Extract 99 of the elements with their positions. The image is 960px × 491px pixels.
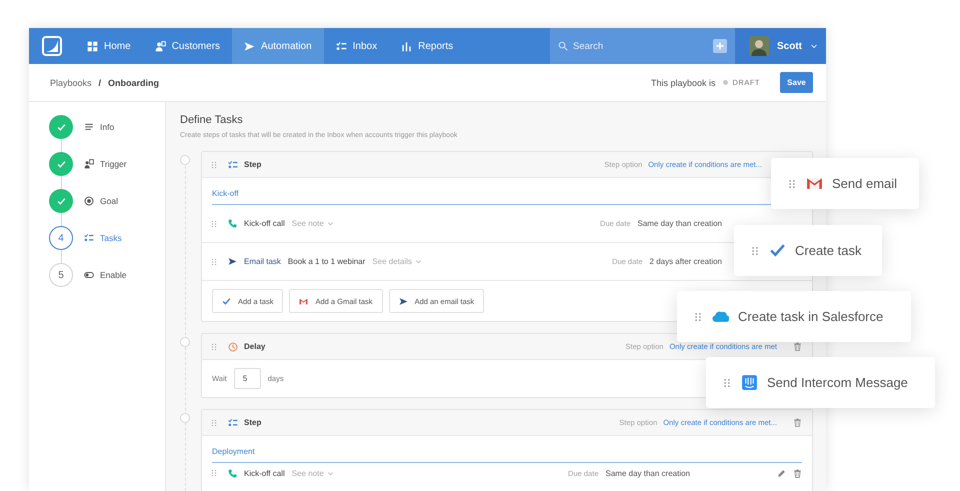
step-circle[interactable] (49, 189, 73, 213)
wizard-step[interactable]: Tasks (84, 233, 122, 243)
section-title: Define Tasks (180, 114, 244, 128)
action-card[interactable]: Create task in Salesforce (677, 291, 911, 342)
nav-tab[interactable]: Home (75, 28, 143, 64)
search-input[interactable]: Search (573, 38, 683, 54)
phone-icon (228, 219, 237, 228)
person-board-icon (84, 159, 94, 169)
chevron-icon (326, 470, 334, 477)
drag-handle-icon (787, 178, 797, 188)
chevron-icon (326, 220, 334, 227)
chevron-icon (810, 42, 818, 50)
plus-icon[interactable] (713, 39, 727, 53)
block-title: Delay (244, 342, 266, 351)
action-card[interactable]: Create task (734, 225, 882, 276)
due-date: Same day than creation (606, 469, 690, 478)
details-toggle[interactable]: See note (292, 219, 334, 228)
phone-icon (228, 469, 237, 478)
drag-handle-icon[interactable] (210, 160, 218, 168)
nav-tab[interactable]: Customers (142, 28, 232, 64)
checklist-icon (228, 418, 238, 428)
avatar-icon (749, 36, 769, 56)
action-label: Create task in Salesforce (738, 309, 884, 324)
breadcrumb-link[interactable]: Playbooks (50, 78, 92, 88)
task-title: Kick-off call (244, 469, 285, 478)
check-icon (56, 122, 66, 132)
timeline-dot (180, 155, 190, 165)
paper-plane-icon (244, 40, 256, 52)
mail-m-icon (299, 296, 308, 306)
drag-handle-icon[interactable] (210, 258, 218, 266)
trash-icon[interactable] (793, 469, 802, 478)
drag-handle-icon[interactable] (210, 418, 218, 426)
wizard-step[interactable]: Trigger (84, 159, 127, 169)
drag-handle-icon (722, 378, 732, 388)
status-dot (722, 80, 728, 85)
step-circle[interactable] (49, 115, 73, 139)
action-card[interactable]: Send Intercom Message (706, 357, 935, 408)
search-field[interactable]: Search (550, 28, 705, 64)
breadcrumb-link[interactable]: Onboarding (108, 78, 160, 88)
save-button[interactable]: Save (780, 72, 813, 93)
mail-m-icon (806, 175, 823, 192)
action-card[interactable]: Send email (771, 158, 919, 209)
step-name-field[interactable]: Deployment (212, 447, 255, 462)
checklist-icon (84, 233, 94, 243)
details-toggle[interactable]: See details (372, 257, 422, 266)
check-icon (56, 196, 66, 206)
step-circle[interactable]: 4 (49, 226, 73, 250)
wizard-step[interactable]: Info (84, 122, 114, 132)
trash-icon[interactable] (793, 342, 802, 351)
task-title: Kick-off call (244, 219, 285, 228)
checklist-icon (228, 160, 238, 170)
due-date: 2 days after creation (650, 257, 722, 266)
step-circle[interactable]: 5 (49, 263, 73, 287)
check-icon (56, 160, 66, 168)
drag-handle-icon (750, 246, 760, 256)
logo-icon (42, 36, 62, 56)
drag-handle-icon (693, 312, 703, 322)
check-icon (769, 242, 786, 259)
user-menu[interactable]: Scott (735, 28, 826, 64)
list-icon (84, 122, 94, 132)
step-name-field[interactable]: Kick-off (212, 189, 239, 204)
task-title: Email task (244, 257, 281, 266)
grid-icon (87, 40, 98, 52)
action-label: Send email (832, 176, 898, 191)
action-label: Send Intercom Message (767, 375, 908, 390)
due-date: Same day than creation (638, 219, 722, 228)
timeline-dot (180, 413, 190, 423)
block-title: Step (244, 418, 262, 427)
checklist-icon (336, 40, 347, 52)
clock-icon (228, 342, 238, 352)
step-circle[interactable] (49, 152, 73, 176)
pencil-icon[interactable] (777, 469, 786, 478)
search-icon (558, 41, 568, 51)
people-icon (154, 40, 166, 52)
status-label: This playbook is (650, 78, 716, 88)
drag-handle-icon[interactable] (210, 469, 218, 477)
bar-chart-icon (401, 40, 412, 52)
check-icon (222, 296, 231, 306)
number-field[interactable]: 5 (234, 368, 261, 389)
details-toggle[interactable]: See note (292, 469, 334, 478)
target-icon (84, 196, 94, 206)
chevron-icon (414, 258, 422, 265)
trash-icon[interactable] (793, 418, 802, 427)
wizard-step[interactable]: Goal (84, 196, 118, 206)
task-subject: Book a 1 to 1 webinar (288, 257, 366, 266)
chat-bars-icon (741, 374, 758, 391)
timeline-dot (180, 337, 190, 347)
wizard-step[interactable]: Enable (84, 270, 126, 280)
breadcrumb-separator: / (98, 78, 102, 88)
paper-plane-icon (398, 296, 408, 306)
block-title: Step (244, 160, 262, 169)
nav-tab[interactable]: Reports (389, 28, 466, 64)
drag-handle-icon[interactable] (210, 220, 218, 228)
paper-plane-icon (228, 257, 237, 266)
action-label: Create task (795, 243, 862, 258)
toggle-icon (84, 270, 94, 280)
nav-tab[interactable]: Inbox (324, 28, 390, 64)
drag-handle-icon[interactable] (210, 342, 218, 350)
nav-tab[interactable]: Automation (232, 28, 324, 64)
